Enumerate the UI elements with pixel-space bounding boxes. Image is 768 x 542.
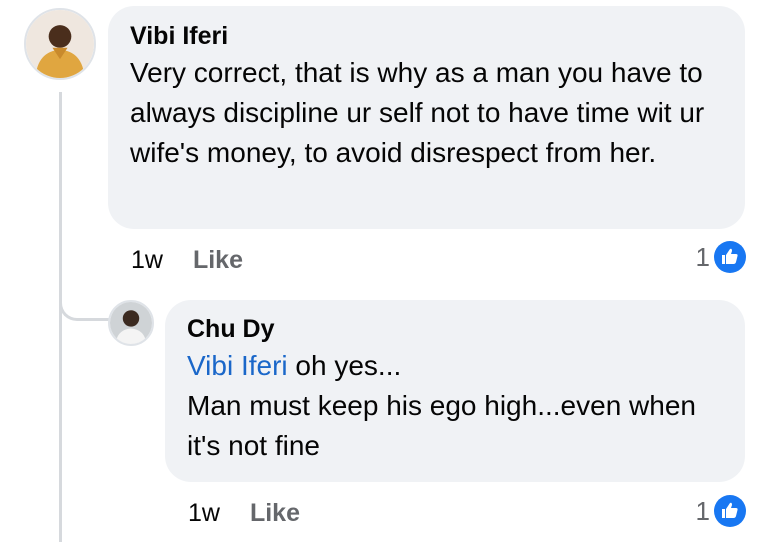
thumbs-up-icon: [714, 495, 746, 527]
reply-like-button[interactable]: Like: [250, 499, 300, 528]
avatar-vibi-iferi[interactable]: [24, 8, 96, 80]
reply-timestamp[interactable]: 1w: [188, 499, 220, 528]
avatar-chu-dy[interactable]: [108, 300, 154, 346]
like-button[interactable]: Like: [193, 246, 243, 275]
mention-link[interactable]: Vibi Iferi: [187, 350, 288, 381]
comment-actions: 1w Like: [131, 246, 243, 275]
comment-bubble: Vibi Iferi Very correct, that is why as …: [108, 6, 745, 229]
profile-photo-icon: [110, 302, 152, 344]
reply-actions: 1w Like: [188, 499, 300, 528]
reply-author[interactable]: Chu Dy: [187, 314, 723, 344]
comment-text: Very correct, that is why as a man you h…: [130, 57, 705, 168]
profile-photo-icon: [26, 10, 94, 78]
reply-reaction-count: 1: [695, 495, 710, 526]
reaction-summary[interactable]: 1: [696, 241, 746, 273]
thread-line: [59, 92, 62, 542]
comment-author[interactable]: Vibi Iferi: [130, 21, 721, 51]
comment-timestamp[interactable]: 1w: [131, 246, 163, 275]
reply-text: Vibi Iferi oh yes... Man must keep his e…: [187, 346, 723, 466]
reply-text-after-mention: oh yes...: [295, 350, 402, 381]
reply-bubble: Chu Dy Vibi Iferi oh yes... Man must kee…: [165, 300, 745, 482]
thumbs-up-icon: [714, 241, 746, 273]
reaction-count: 1: [695, 241, 710, 272]
thread-elbow: [59, 283, 109, 321]
reply-text-body: Man must keep his ego high...even when i…: [187, 390, 696, 461]
reply-reaction-summary[interactable]: 1: [696, 495, 746, 527]
